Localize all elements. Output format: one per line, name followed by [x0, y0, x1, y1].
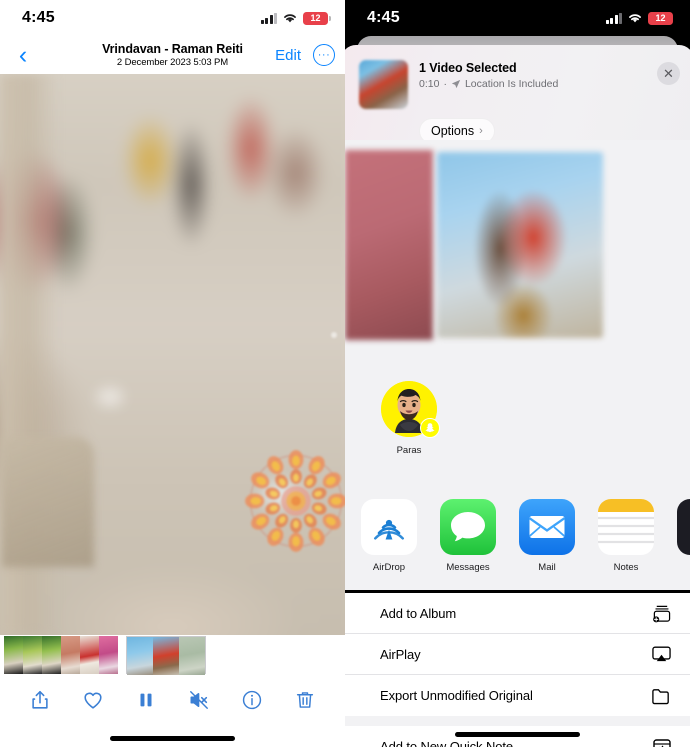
photo-filmstrip[interactable]	[0, 635, 345, 675]
photos-viewer-pane: 4:45 12 ‹ Vrindavan - Raman Reiti 2 Dece…	[0, 0, 345, 747]
person-name: Paras	[396, 444, 422, 456]
left-home-indicator	[0, 725, 345, 747]
location-arrow-icon	[451, 79, 461, 89]
messages-icon	[440, 499, 496, 555]
heart-icon[interactable]	[81, 688, 105, 712]
suggested-people-row: Paras	[345, 350, 690, 486]
share-sheet: 1 Video Selected 0:10 · Location Is Incl…	[345, 36, 690, 747]
share-app-airdrop[interactable]: AirDrop	[361, 499, 417, 573]
action-label: AirPlay	[380, 646, 421, 662]
snapchat-icon	[420, 417, 440, 438]
app-label: Messages	[446, 562, 490, 573]
status-clock: 4:45	[367, 9, 400, 26]
wifi-icon	[284, 14, 296, 23]
more-options-icon[interactable]: ···	[313, 44, 335, 66]
rangoli-floor-art	[245, 450, 345, 552]
actions-group-primary: Add to Album AirPlay Export Unmodified O…	[345, 593, 690, 716]
right-status-bar: 4:45 12	[345, 0, 690, 36]
status-clock: 4:45	[22, 9, 55, 26]
status-indicators: 12	[260, 11, 331, 25]
selection-title: 1 Video Selected	[419, 61, 517, 75]
action-label: Add to Album	[380, 605, 457, 621]
battery-indicator: 12	[648, 11, 676, 25]
battery-indicator: 12	[303, 11, 331, 25]
info-icon[interactable]	[240, 688, 264, 712]
mute-icon[interactable]	[187, 688, 211, 712]
edit-button[interactable]: Edit	[275, 47, 301, 64]
trash-icon[interactable]	[293, 688, 317, 712]
journal-icon	[677, 499, 690, 555]
options-button[interactable]: Options ›	[419, 118, 495, 140]
share-header-text: 1 Video Selected 0:10 · Location Is Incl…	[419, 60, 646, 90]
photo-highlight-3	[331, 332, 337, 339]
cellular-bars-icon	[260, 12, 277, 24]
photo-viewer-canvas[interactable]	[0, 74, 345, 635]
status-indicators: 12	[605, 11, 676, 25]
options-label: Options	[431, 124, 475, 138]
app-label: AirDrop	[372, 562, 406, 573]
action-label: Export Unmodified Original	[380, 688, 533, 703]
filmstrip-thumbnails[interactable]	[4, 636, 118, 674]
photos-navbar: ‹ Vrindavan - Raman Reiti 2 December 202…	[0, 36, 345, 74]
navbar-actions: Edit ···	[275, 44, 335, 66]
photos-toolbar	[0, 675, 345, 725]
share-app-journal[interactable]: Jo	[677, 499, 690, 573]
screenshot-root: 4:45 12 ‹ Vrindavan - Raman Reiti 2 Dece…	[0, 0, 690, 747]
chevron-right-icon: ›	[479, 125, 483, 137]
avatar-wrapper	[381, 380, 440, 438]
photo-pillar-base-detail	[2, 437, 94, 567]
right-home-indicator	[345, 721, 690, 747]
carousel-item-selected[interactable]	[437, 152, 603, 338]
filmstrip-current-video[interactable]	[126, 636, 206, 675]
share-app-notes[interactable]: Notes	[598, 499, 654, 573]
mail-icon	[519, 499, 575, 555]
app-label: Jo	[677, 562, 690, 573]
photo-highlight-1	[96, 388, 123, 407]
person-suggestion[interactable]: Paras	[365, 380, 453, 456]
airdrop-icon	[361, 499, 417, 555]
share-apps-row[interactable]: AirDrop Messages Mail Notes	[345, 486, 690, 590]
share-sheet-pane: 4:45 12 1 Video Selected 0:10 · Location…	[345, 0, 690, 747]
left-status-bar: 4:45 12	[0, 0, 345, 36]
selected-video-thumbnail[interactable]	[359, 60, 408, 109]
app-label: Notes	[613, 562, 639, 573]
airplay-icon	[650, 644, 672, 664]
carousel-item-previous[interactable]	[345, 150, 433, 340]
media-carousel[interactable]	[345, 140, 690, 350]
app-label: Mail	[538, 562, 556, 573]
cellular-bars-icon	[605, 12, 622, 24]
video-duration: 0:10	[419, 78, 440, 90]
share-icon[interactable]	[28, 688, 52, 712]
close-icon[interactable]: ✕	[657, 62, 680, 85]
action-add-to-album[interactable]: Add to Album	[345, 593, 690, 634]
share-header-row: 1 Video Selected 0:10 · Location Is Incl…	[345, 45, 690, 109]
wifi-icon	[629, 14, 641, 23]
selection-meta: 0:10 · Location Is Included	[419, 78, 646, 90]
action-export-original[interactable]: Export Unmodified Original	[345, 675, 690, 716]
location-included-label: Location Is Included	[464, 78, 559, 90]
share-app-messages[interactable]: Messages	[440, 499, 496, 573]
meta-separator: ·	[443, 78, 447, 90]
add-to-album-icon	[650, 603, 672, 623]
pause-icon[interactable]	[134, 688, 158, 712]
share-app-mail[interactable]: Mail	[519, 499, 575, 573]
back-chevron-icon[interactable]: ‹	[10, 42, 36, 68]
action-airplay[interactable]: AirPlay	[345, 634, 690, 675]
notes-icon	[598, 499, 654, 555]
folder-icon	[650, 686, 672, 706]
snapchat-ghost-icon	[425, 422, 435, 432]
share-sheet-header: 1 Video Selected 0:10 · Location Is Incl…	[345, 45, 690, 140]
